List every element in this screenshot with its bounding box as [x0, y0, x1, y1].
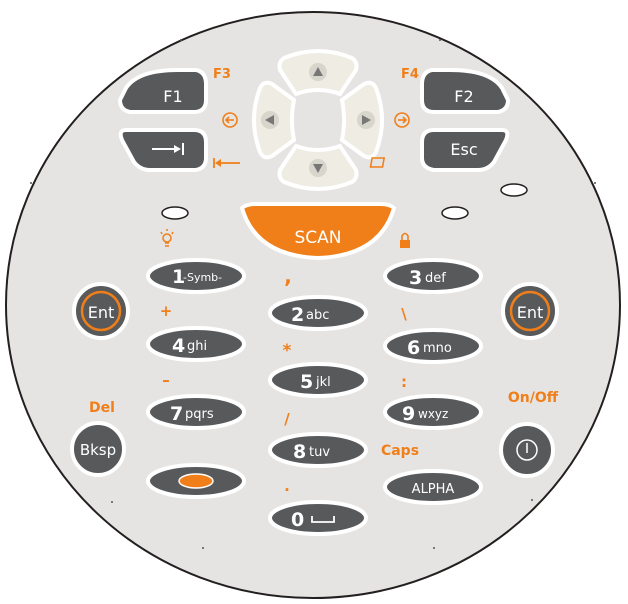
- colon-label: :: [401, 373, 407, 391]
- k9-digit: 9: [402, 403, 415, 425]
- scan-label: SCAN: [294, 228, 341, 248]
- led-right: [441, 206, 469, 220]
- k5-letters: jkl: [315, 375, 331, 390]
- key-0[interactable]: [268, 500, 368, 536]
- esc-label: Esc: [450, 140, 477, 159]
- f4-label: F4: [401, 67, 419, 82]
- led-top-right: [500, 183, 528, 197]
- k2-letters: abc: [306, 308, 329, 323]
- f3-label: F3: [213, 67, 231, 82]
- k3-letters: def: [425, 271, 446, 286]
- led-left: [161, 206, 189, 220]
- keypad-diagram: F1 F2 Esc F3 F4 SCAN Ent Ent 1 -Symb- 2 …: [5, 11, 621, 599]
- k8-digit: 8: [293, 441, 306, 463]
- star-label: *: [283, 341, 292, 361]
- f1-label: F1: [163, 87, 182, 106]
- k9-letters: wxyz: [418, 407, 448, 421]
- f2-label: F2: [454, 87, 473, 106]
- k0-digit: 0: [291, 509, 304, 531]
- bksp-label: Bksp: [80, 441, 116, 459]
- dot-label: .: [284, 477, 290, 495]
- caps-label: Caps: [381, 443, 419, 459]
- ent-right-label: Ent: [517, 303, 544, 322]
- k7-digit: 7: [170, 403, 183, 425]
- oval-icon: [178, 473, 214, 489]
- k8-letters: tuv: [309, 445, 330, 460]
- k1-letters: -Symb-: [183, 271, 222, 284]
- comma-label: ,: [284, 264, 292, 288]
- del-label: Del: [89, 400, 115, 416]
- k6-letters: mno: [423, 341, 452, 356]
- k2-digit: 2: [291, 304, 304, 326]
- minus-label: –: [162, 371, 170, 389]
- k4-letters: ghi: [187, 339, 207, 354]
- slash-label: /: [284, 410, 290, 428]
- backslash-label: \: [401, 305, 407, 323]
- k7-letters: pqrs: [185, 407, 214, 422]
- k6-digit: 6: [407, 337, 420, 359]
- alpha-label: ALPHA: [412, 482, 455, 497]
- k4-digit: 4: [172, 335, 185, 357]
- plus-label: +: [160, 302, 173, 320]
- k3-digit: 3: [409, 267, 422, 289]
- k5-digit: 5: [300, 371, 313, 393]
- ent-left-label: Ent: [88, 303, 115, 322]
- on-off-label: On/Off: [508, 390, 559, 406]
